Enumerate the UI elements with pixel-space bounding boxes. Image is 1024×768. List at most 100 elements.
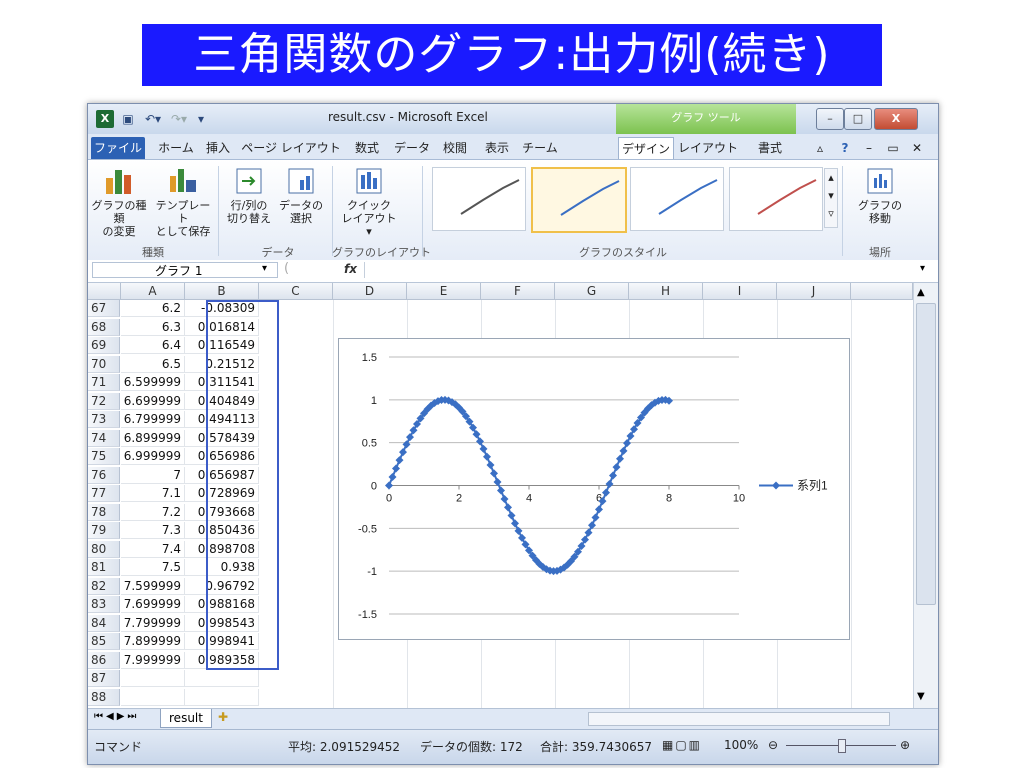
column-header-b[interactable]: B (185, 283, 259, 300)
column-header-d[interactable]: D (333, 283, 407, 300)
row-header[interactable]: 68 (88, 318, 120, 336)
cell-a[interactable]: 6.999999 (121, 448, 185, 465)
cell-a[interactable]: 7.699999 (121, 596, 185, 613)
cell-a[interactable]: 7.5 (121, 559, 185, 576)
cell-b[interactable]: 0.728969 (185, 485, 259, 502)
zoom-in-icon[interactable]: ⊕ (900, 738, 910, 752)
workbook-close-icon[interactable]: ✕ (906, 137, 928, 159)
zoom-level[interactable]: 100% (724, 738, 758, 752)
column-header-h[interactable]: H (629, 283, 703, 300)
cell-b[interactable]: 0.21512 (185, 355, 259, 373)
cell-b[interactable] (185, 670, 259, 687)
tab-team[interactable]: チーム (520, 137, 560, 159)
row-header[interactable]: 69 (88, 337, 120, 354)
column-header-i[interactable]: I (703, 283, 777, 300)
row-header[interactable]: 87 (88, 670, 120, 687)
row-header[interactable]: 76 (88, 466, 120, 484)
tab-format[interactable]: 書式 (752, 137, 788, 159)
tab-formulas[interactable]: 数式 (350, 137, 384, 159)
cell-b[interactable] (185, 688, 259, 706)
cell-a[interactable] (121, 688, 185, 706)
redo-icon[interactable]: ↷▾ (168, 110, 190, 128)
row-header[interactable]: 85 (88, 633, 120, 650)
formula-input[interactable] (364, 262, 920, 278)
chart-style-4[interactable] (729, 167, 823, 231)
cell-a[interactable]: 7.3 (121, 522, 185, 539)
column-header-j[interactable]: J (777, 283, 851, 300)
sheet-tab-result[interactable]: result (160, 709, 212, 728)
customize-toolbar-icon[interactable]: ▾ (194, 110, 208, 128)
cell-a[interactable]: 6.4 (121, 337, 185, 354)
workbook-minimize-icon[interactable]: – (858, 137, 880, 159)
minimize-button[interactable]: – (816, 108, 844, 130)
insert-sheet-icon[interactable]: ✚ (218, 710, 228, 724)
zoom-out-icon[interactable]: ⊖ (768, 738, 778, 752)
cell-b[interactable]: 0.404849 (185, 392, 259, 410)
cell-b[interactable]: 0.656986 (185, 448, 259, 465)
switch-row-column-button[interactable]: 行/列の 切り替え (224, 166, 274, 225)
cell-b[interactable]: 0.850436 (185, 522, 259, 539)
column-header-g[interactable]: G (555, 283, 629, 300)
cell-b[interactable]: 0.793668 (185, 503, 259, 521)
chart-style-3[interactable] (630, 167, 724, 231)
row-header[interactable]: 79 (88, 522, 120, 539)
save-template-button[interactable]: テンプレート として保存 (152, 166, 214, 238)
cell-a[interactable]: 6.2 (121, 300, 185, 317)
row-header[interactable]: 82 (88, 577, 120, 595)
cell-b[interactable]: 0.311541 (185, 374, 259, 391)
row-header[interactable]: 80 (88, 540, 120, 558)
select-all-corner[interactable] (88, 283, 121, 300)
cell-a[interactable]: 6.799999 (121, 411, 185, 428)
cell-a[interactable]: 6.599999 (121, 374, 185, 391)
cell-b[interactable]: -0.08309 (185, 300, 259, 317)
cell-a[interactable]: 7.899999 (121, 633, 185, 650)
tab-layout[interactable]: レイアウト (678, 137, 738, 159)
cell-a[interactable]: 6.699999 (121, 392, 185, 410)
row-header[interactable]: 72 (88, 392, 120, 410)
row-header[interactable]: 73 (88, 411, 120, 428)
scroll-down-icon[interactable]: ▼ (917, 691, 925, 702)
row-header[interactable]: 75 (88, 448, 120, 465)
move-chart-button[interactable]: グラフの 移動 (850, 166, 910, 225)
workbook-restore-icon[interactable]: ▭ (882, 137, 904, 159)
tab-view[interactable]: 表示 (480, 137, 514, 159)
horizontal-scrollbar[interactable] (588, 712, 890, 726)
cell-a[interactable]: 7 (121, 466, 185, 484)
cell-a[interactable]: 7.4 (121, 540, 185, 558)
cell-b[interactable]: 0.989358 (185, 651, 259, 669)
cell-b[interactable]: 0.96792 (185, 577, 259, 595)
row-header[interactable]: 83 (88, 596, 120, 613)
column-header-a[interactable]: A (121, 283, 185, 300)
vertical-scrollbar[interactable]: ▲ ▼ (913, 283, 938, 708)
scroll-up-icon[interactable]: ▲ (917, 287, 925, 298)
tab-insert[interactable]: 挿入 (200, 137, 236, 159)
cell-a[interactable]: 7.599999 (121, 577, 185, 595)
column-header-k[interactable] (851, 283, 913, 300)
ribbon-minimize-icon[interactable]: ▵ (808, 137, 832, 159)
tab-file[interactable]: ファイル (91, 137, 145, 159)
sheet-nav-icons[interactable]: ⏮◀▶⏭ (94, 711, 139, 722)
styles-scroll-icon[interactable]: ▴ ▾ ▿ (824, 168, 838, 228)
row-header[interactable]: 70 (88, 355, 120, 373)
zoom-slider-handle[interactable] (838, 739, 846, 753)
chart-style-2-selected[interactable] (531, 167, 627, 233)
tab-data[interactable]: データ (392, 137, 432, 159)
row-header[interactable]: 71 (88, 374, 120, 391)
row-header[interactable]: 86 (88, 651, 120, 669)
row-header[interactable]: 74 (88, 429, 120, 447)
worksheet-grid[interactable]: A B C D E F G H I J 67 6.2 -0.08309 68 6.3 0.… (88, 283, 913, 708)
tab-home[interactable]: ホーム (156, 137, 196, 159)
select-data-button[interactable]: データの 選択 (276, 166, 326, 225)
name-box[interactable]: グラフ 1 (92, 262, 278, 278)
row-header[interactable]: 81 (88, 559, 120, 576)
cell-b[interactable]: 0.016814 (185, 318, 259, 336)
cell-b[interactable]: 0.938 (185, 559, 259, 576)
row-header[interactable]: 84 (88, 614, 120, 632)
chart-style-1[interactable] (432, 167, 526, 231)
name-box-dropdown-icon[interactable]: ▾ (262, 263, 267, 274)
cell-a[interactable] (121, 670, 185, 687)
cell-a[interactable]: 6.3 (121, 318, 185, 336)
quick-layout-button[interactable]: クイック レイアウト ▾ (338, 166, 400, 238)
view-buttons-icon[interactable]: ▦▢▥ (662, 738, 702, 752)
column-header-f[interactable]: F (481, 283, 555, 300)
